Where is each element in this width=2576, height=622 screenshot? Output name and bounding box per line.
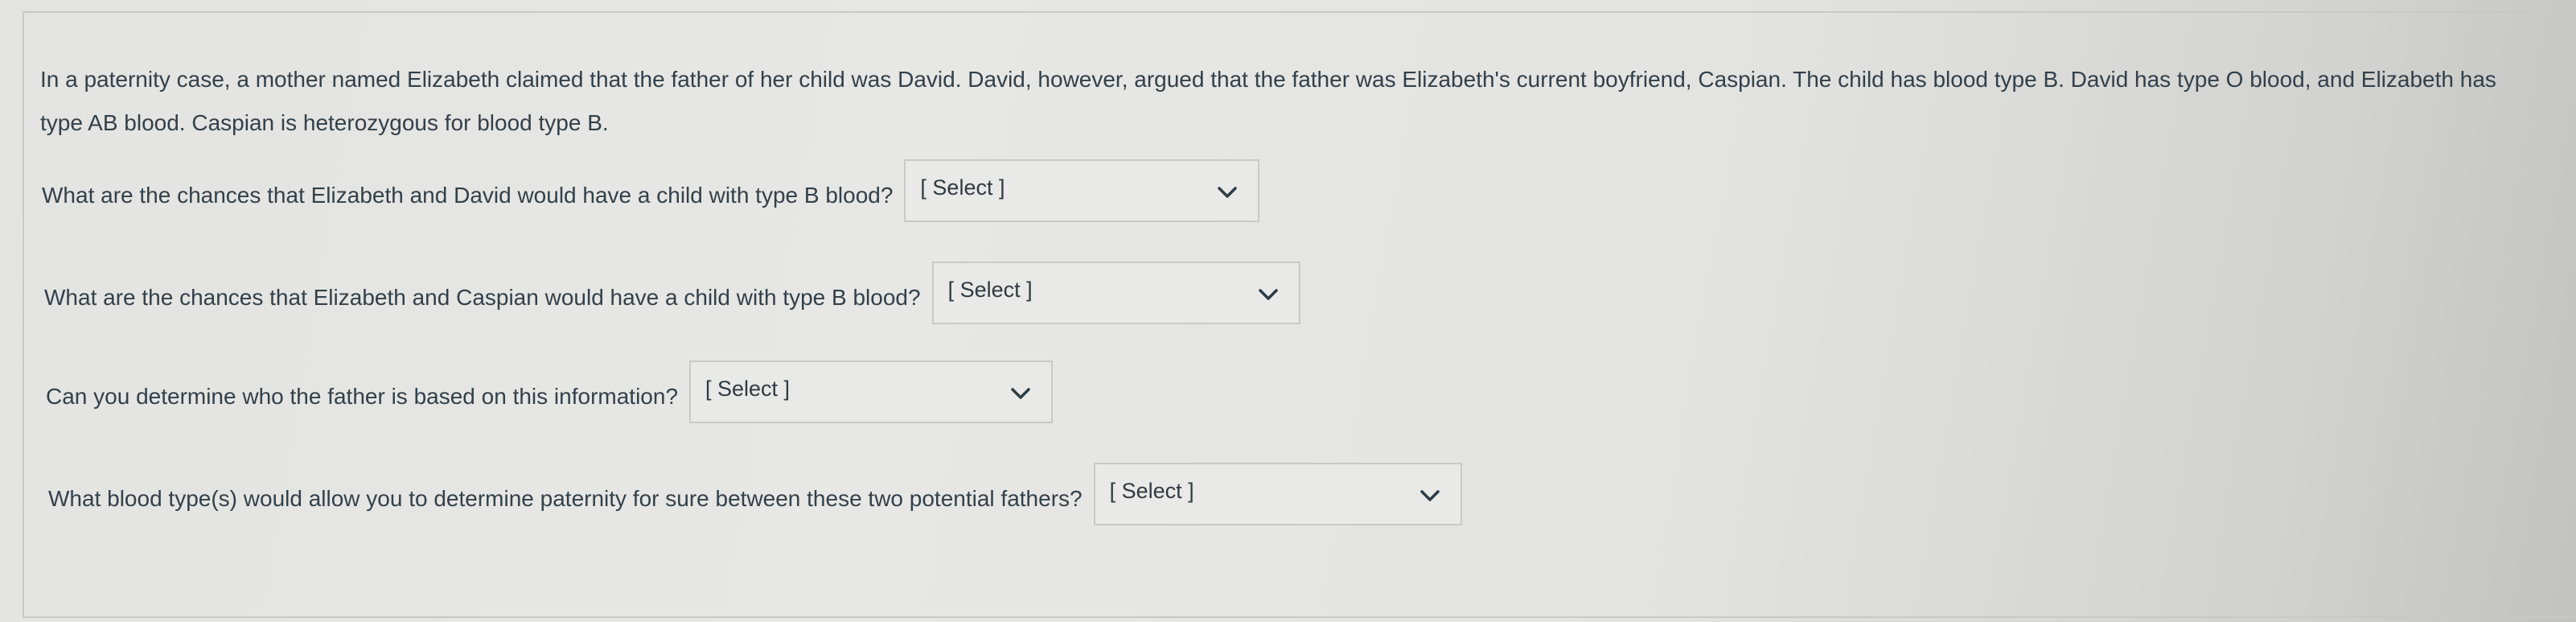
- question-3-text: Can you determine who the father is base…: [46, 384, 679, 409]
- answer-2-dropdown[interactable]: [ Select ]: [931, 262, 1300, 326]
- answer-2-selected: [ Select ]: [947, 278, 1033, 302]
- question-2-text: What are the chances that Elizabeth and …: [44, 285, 921, 310]
- chevron-down-icon: [1005, 362, 1037, 425]
- chevron-down-icon: [1211, 161, 1243, 224]
- question-row-1: What are the chances that Elizabeth and …: [42, 159, 1260, 224]
- chevron-down-icon: [1252, 263, 1284, 326]
- chevron-down-icon: [1414, 464, 1446, 527]
- answer-4-selected: [ Select ]: [1109, 479, 1194, 503]
- question-4-text: What blood type(s) would allow you to de…: [48, 486, 1083, 511]
- question-row-4: What blood type(s) would allow you to de…: [48, 463, 1462, 525]
- question-prompt: In a paternity case, a mother named Eliz…: [40, 67, 2496, 135]
- question-row-2: What are the chances that Elizabeth and …: [44, 262, 1300, 324]
- answer-3-selected: [ Select ]: [705, 377, 791, 401]
- answer-4-dropdown[interactable]: [ Select ]: [1093, 463, 1462, 527]
- question-row-3: Can you determine who the father is base…: [46, 360, 1054, 425]
- answer-3-dropdown[interactable]: [ Select ]: [689, 360, 1054, 425]
- answer-1-selected: [ Select ]: [920, 175, 1005, 200]
- question-1-text: What are the chances that Elizabeth and …: [42, 183, 894, 208]
- answer-1-dropdown[interactable]: [ Select ]: [904, 159, 1260, 224]
